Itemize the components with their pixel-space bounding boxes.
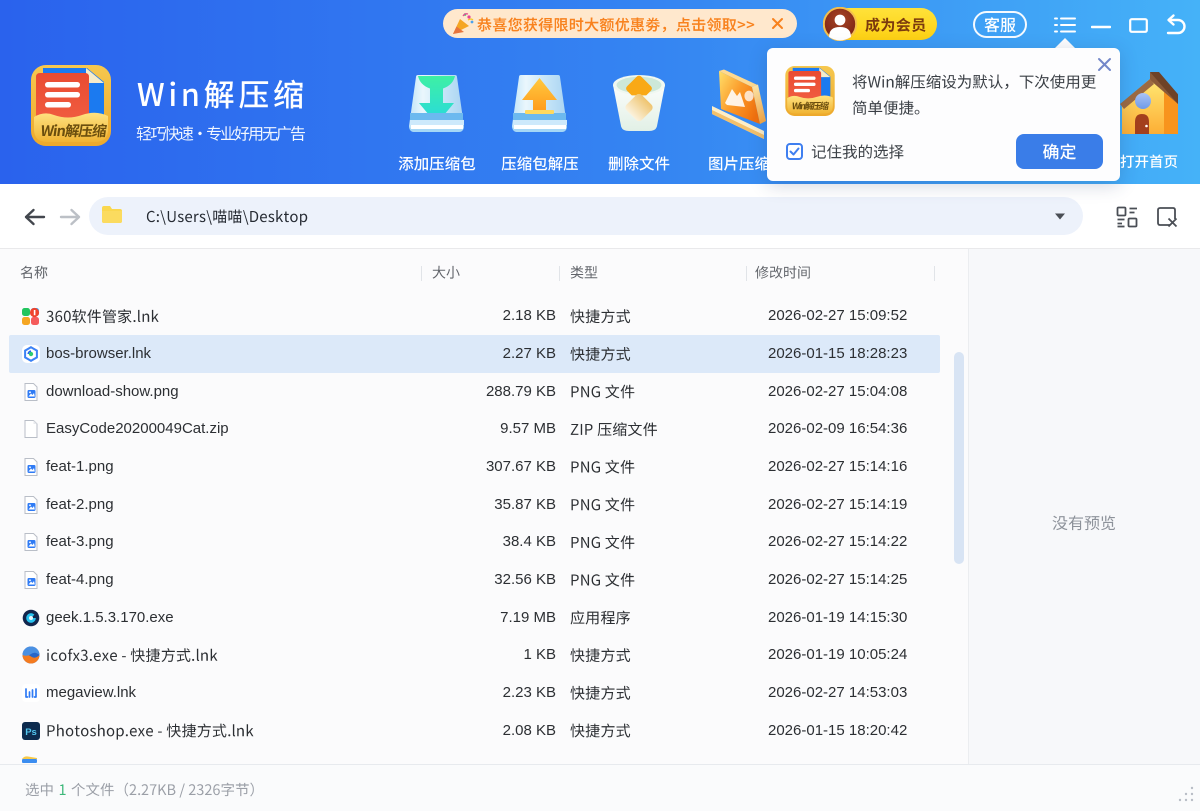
svg-text:Ps: Ps: [25, 727, 37, 738]
